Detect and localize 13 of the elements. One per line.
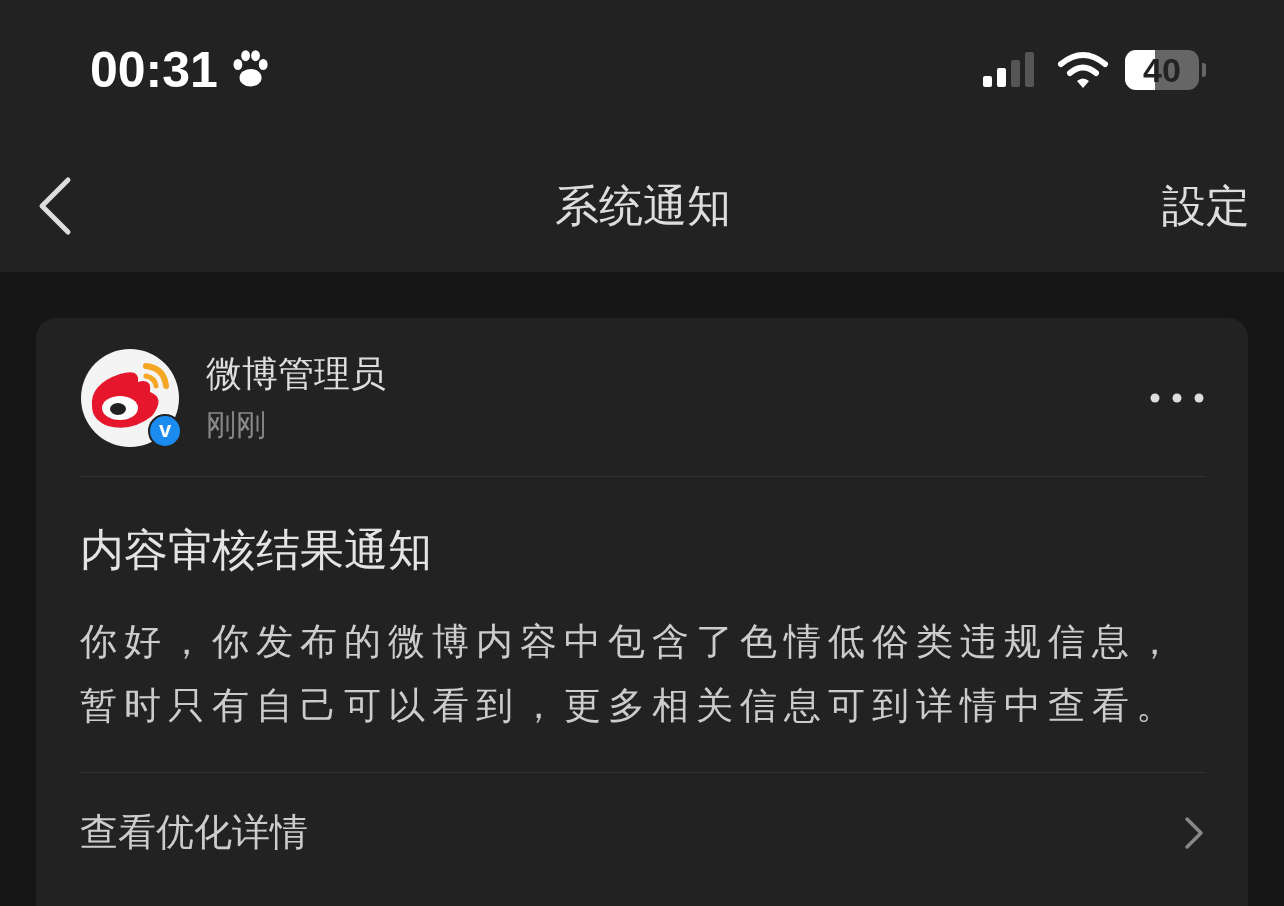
post-time: 刚刚 (206, 406, 267, 444)
avatar-icon (80, 348, 180, 448)
notification-text: 你好，你发布的微博内容中包含了色情低俗类违规信息，暂时只有自己可以看到，更多相关信息可到详情中查看。 (80, 619, 1181, 729)
more-icon[interactable] (1150, 392, 1204, 404)
status-time: 00:31 (90, 41, 218, 99)
settings-button[interactable]: 設定 (1162, 176, 1250, 236)
chevron-icon[interactable] (1184, 815, 1204, 850)
verified-badge: v (148, 414, 182, 448)
sender-name: 微博管理员 (206, 352, 387, 396)
notification-title: 内容审核结果通知 (80, 523, 433, 577)
page-title: 系统通知 (555, 178, 731, 233)
details-link[interactable]: 查看优化详情 (80, 807, 308, 858)
wifi-icon (1057, 50, 1109, 90)
